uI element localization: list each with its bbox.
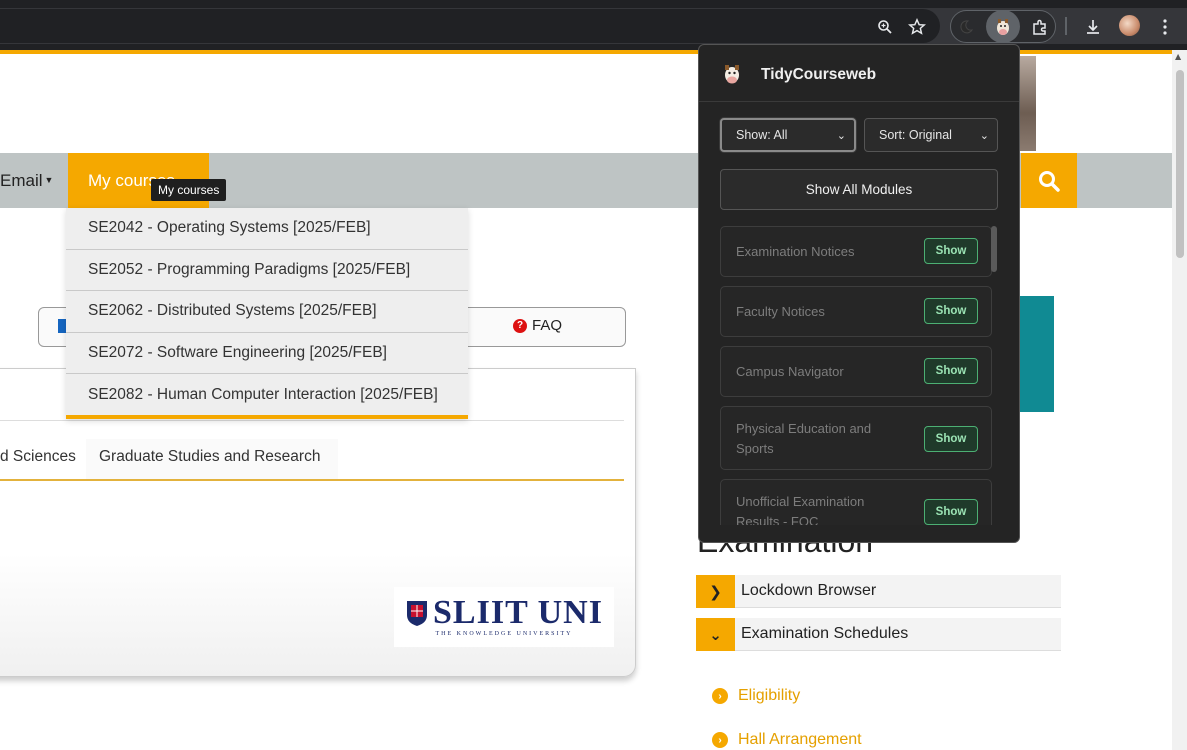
scroll-up-icon[interactable]: ▲	[1175, 52, 1181, 61]
link-label: Hall Arrangement	[738, 731, 862, 748]
tab-graduate-studies[interactable]: Graduate Studies and Research	[86, 439, 338, 479]
chevron-down-icon: ⌄	[836, 129, 846, 142]
tab-underline	[0, 479, 624, 481]
accordion-lockdown-browser[interactable]: ❯ Lockdown Browser	[696, 575, 1061, 608]
avatar[interactable]	[1119, 15, 1140, 36]
sort-select[interactable]: Sort: Original ⌄	[864, 118, 998, 152]
accordion-label: Examination Schedules	[741, 625, 909, 642]
module-item: Campus Navigator Show	[720, 346, 992, 397]
show-filter-select[interactable]: Show: All ⌄	[720, 118, 856, 152]
link-eligibility[interactable]: › Eligibility	[712, 687, 800, 705]
link-label: Eligibility	[738, 687, 801, 704]
faq-label: FAQ	[532, 317, 563, 334]
show-all-modules-button[interactable]: Show All Modules	[720, 169, 998, 210]
header-photo	[1018, 56, 1036, 151]
module-show-button[interactable]: Show	[924, 238, 978, 264]
sliit-logo: SLIIT UNI THE KNOWLEDGE UNIVERSITY	[394, 587, 614, 647]
zoom-icon[interactable]	[875, 17, 895, 37]
cow-logo-icon	[725, 65, 739, 84]
module-label: Examination Notices	[736, 244, 855, 259]
module-list[interactable]: Examination Notices Show Faculty Notices…	[720, 226, 1000, 525]
nav-search-button[interactable]	[1021, 153, 1077, 208]
course-menu-item[interactable]: SE2042 - Operating Systems [2025/FEB]	[66, 208, 468, 250]
scrollbar-thumb[interactable]	[1176, 70, 1184, 258]
module-label: Faculty Notices	[736, 304, 825, 319]
module-show-button[interactable]: Show	[924, 298, 978, 324]
chevron-down-icon: ⌄	[979, 129, 989, 142]
tooltip: My courses	[151, 179, 227, 201]
module-show-button[interactable]: Show	[924, 426, 978, 452]
popup-title: TidyCourseweb	[761, 66, 877, 83]
module-label: Unofficial Examination Results - FOC	[736, 494, 865, 525]
chevron-circle-icon: ›	[712, 732, 728, 748]
extension-popup: TidyCourseweb Show: All ⌄ Sort: Original…	[698, 44, 1020, 543]
search-icon	[1039, 170, 1060, 192]
nav-email-dropdown[interactable]: Email ▼	[0, 171, 53, 191]
module-label: Physical Education and Sports	[736, 421, 872, 456]
logo-text: SLIIT UNI	[433, 594, 603, 631]
courses-dropdown-menu: SE2042 - Operating Systems [2025/FEB] SE…	[66, 208, 468, 419]
module-item: Examination Notices Show	[720, 226, 992, 277]
course-menu-item[interactable]: SE2062 - Distributed Systems [2025/FEB]	[66, 291, 468, 333]
download-icon[interactable]	[1082, 16, 1104, 38]
chevron-down-icon[interactable]: ⌄	[696, 618, 735, 651]
puzzle-icon[interactable]	[1029, 16, 1051, 38]
cow-extension-icon[interactable]	[986, 10, 1020, 43]
more-vert-icon[interactable]	[1156, 16, 1174, 38]
accordion-examination-schedules[interactable]: ⌄ Examination Schedules	[696, 618, 1061, 651]
logo-tagline: THE KNOWLEDGE UNIVERSITY	[435, 631, 573, 637]
crest-icon	[407, 601, 428, 626]
course-menu-item[interactable]: SE2082 - Human Computer Interaction [202…	[66, 374, 468, 419]
chevron-circle-icon: ›	[712, 688, 728, 704]
caret-down-icon: ▼	[44, 175, 54, 185]
card-divider	[0, 420, 624, 421]
module-show-button[interactable]: Show	[924, 358, 978, 384]
address-bar[interactable]	[0, 9, 940, 43]
course-menu-item[interactable]: SE2052 - Programming Paradigms [2025/FEB…	[66, 250, 468, 291]
module-item: Faculty Notices Show	[720, 286, 992, 337]
moon-icon[interactable]	[956, 17, 976, 37]
chevron-right-icon[interactable]: ❯	[696, 575, 735, 608]
show-filter-value: Show: All	[736, 128, 788, 142]
module-item: Physical Education and Sports Show	[720, 406, 992, 470]
nav-email-label: Email	[0, 171, 43, 190]
quick-link-icon[interactable]	[58, 319, 66, 333]
popup-header: TidyCourseweb	[699, 45, 1019, 102]
browser-titlebar	[0, 0, 1187, 8]
course-menu-item[interactable]: SE2072 - Software Engineering [2025/FEB]	[66, 333, 468, 374]
link-hall-arrangement[interactable]: › Hall Arrangement	[712, 731, 862, 749]
module-item: Unofficial Examination Results - FOC Sho…	[720, 479, 992, 525]
module-list-scrollbar[interactable]	[991, 226, 997, 272]
faq-link[interactable]: ? FAQ	[513, 317, 562, 334]
banner-fragment	[1018, 296, 1054, 412]
tab-sciences[interactable]: d Sciences	[0, 448, 76, 466]
toolbar-divider	[1065, 17, 1067, 35]
accordion-label: Lockdown Browser	[741, 582, 877, 599]
module-label: Campus Navigator	[736, 364, 844, 379]
module-show-button[interactable]: Show	[924, 499, 978, 525]
sort-value: Sort: Original	[879, 128, 952, 142]
question-icon: ?	[513, 318, 527, 333]
star-icon[interactable]	[906, 16, 928, 38]
